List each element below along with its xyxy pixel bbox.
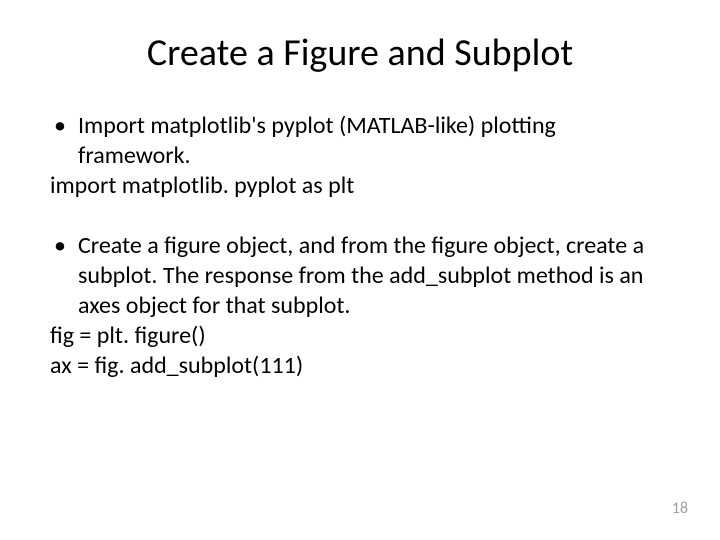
spacer (50, 201, 670, 231)
slide-content: • Import matplotlib's pyplot (MATLAB-lik… (50, 111, 670, 381)
page-number: 18 (672, 499, 688, 518)
bullet-text: Import matplotlib's pyplot (MATLAB-like)… (78, 111, 670, 171)
bullet-marker: • (50, 231, 78, 321)
bullet-marker: • (50, 111, 78, 171)
code-line: fig = plt. figure() (50, 321, 670, 351)
bullet-text: Create a figure object, and from the fig… (78, 231, 670, 321)
code-line: ax = fig. add_subplot(111) (50, 351, 670, 381)
bullet-item: • Import matplotlib's pyplot (MATLAB-lik… (50, 111, 670, 171)
slide-title: Create a Figure and Subplot (50, 30, 670, 76)
slide: Create a Figure and Subplot • Import mat… (0, 0, 720, 540)
code-line: import matplotlib. pyplot as plt (50, 171, 670, 201)
bullet-item: • Create a figure object, and from the f… (50, 231, 670, 321)
